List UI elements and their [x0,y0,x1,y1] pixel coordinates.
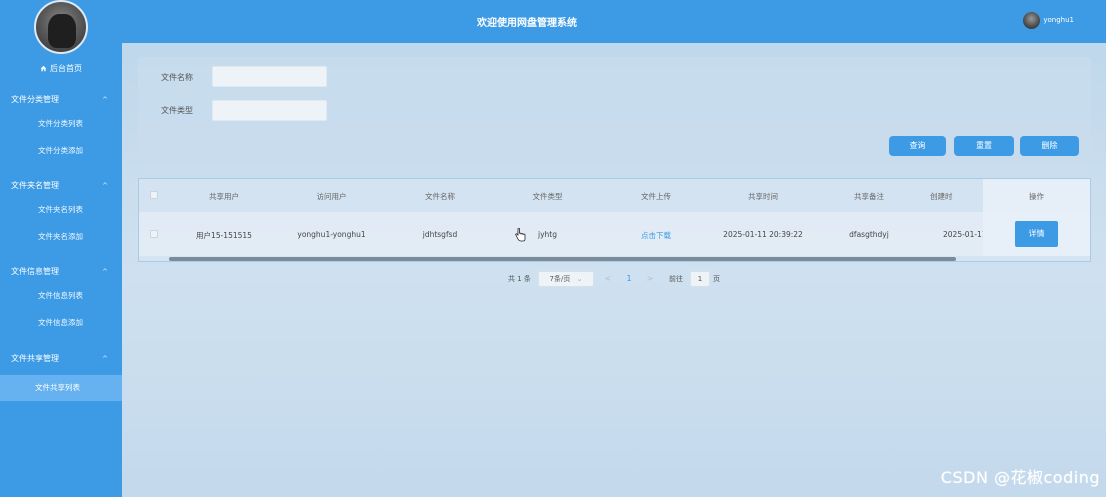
col-header-file-type: 文件类型 [532,192,563,201]
menu-title-folder[interactable]: 文件夹名管理 ^ [0,176,122,196]
current-page-number[interactable]: 1 [621,271,637,287]
pagination-total: 共 1 条 [508,275,531,283]
menu-group-file-share: 文件共享管理 ^ 文件共享列表 [0,349,122,401]
menu-title-file-category[interactable]: 文件分类管理 ^ [0,90,122,110]
menu-title-file-share[interactable]: 文件共享管理 ^ [0,349,122,369]
col-header-share-user: 共享用户 [209,192,239,201]
menu-group-file-info: 文件信息管理 ^ 文件信息列表 文件信息添加 [0,262,122,336]
table-header: 共享用户 访问用户 文件名称 文件类型 文件上传 共享时间 共享备注 创建时 [139,179,1090,212]
search-panel: 文件名称 文件类型 查询 重置 删除 [138,57,1091,168]
chevron-up-icon: ^ [102,182,108,190]
avatar-figure [48,14,76,48]
file-name-input[interactable] [212,66,327,87]
menu-title-label: 文件分类管理 [11,95,59,104]
select-all-checkbox[interactable] [150,191,158,199]
col-header-upload: 文件上传 [641,192,671,201]
cell-share-user: 用户15-151515 [196,231,252,240]
sidebar-item-category-list[interactable]: 文件分类列表 [0,110,122,137]
menu-title-label: 文件信息管理 [11,267,59,276]
sidebar-item-fileinfo-add[interactable]: 文件信息添加 [0,309,122,336]
page-title: 欢迎使用网盘管理系统 [477,18,577,29]
avatar [34,0,88,54]
user-avatar [1023,11,1041,29]
watermark: CSDN @花椒coding [940,468,1100,487]
chevron-up-icon: ^ [102,96,108,104]
reset-button[interactable]: 重置 [954,136,1014,156]
sidebar-home-link[interactable]: 后台首页 [0,63,122,74]
page-suffix: 页 [713,275,720,283]
chevron-up-icon: ^ [102,355,108,363]
row-checkbox[interactable] [150,230,158,238]
sidebar-item-folder-add[interactable]: 文件夹名添加 [0,223,122,250]
chevron-down-icon: ⌄ [576,275,583,283]
file-name-label: 文件名称 [161,73,193,82]
menu-title-label: 文件共享管理 [11,354,59,363]
horizontal-scrollbar[interactable] [169,257,956,261]
operation-column: 操作 详情 [983,179,1090,256]
file-type-input[interactable] [212,100,327,121]
username: yonghu1 [1043,16,1074,24]
col-header-file-name: 文件名称 [425,192,455,201]
chevron-up-icon: ^ [102,268,108,276]
sidebar-home-label: 后台首页 [50,64,82,73]
next-page-button[interactable]: > [643,271,657,287]
sidebar: 后台首页 文件分类管理 ^ 文件分类列表 文件分类添加 文件夹名管理 ^ 文件夹名列… [0,0,122,497]
menu-group-folder: 文件夹名管理 ^ 文件夹名列表 文件夹名添加 [0,176,122,250]
col-header-action: 操作 [1029,192,1044,201]
download-link[interactable]: 点击下载 [616,230,696,241]
hand-cursor-icon [514,227,526,245]
data-table: 共享用户 访问用户 文件名称 文件类型 文件上传 共享时间 共享备注 创建时 用… [138,178,1091,262]
cell-visit-user: yonghu1-yonghu1 [297,230,366,239]
goto-page-input[interactable]: 1 [690,271,710,287]
menu-title-label: 文件夹名管理 [11,181,59,190]
cell-file-name: jdhtsgfsd [422,230,458,239]
cell-remark: dfasgthdyj [849,230,889,239]
detail-button[interactable]: 详情 [1015,221,1058,247]
col-header-visit-user: 访问用户 [316,192,347,201]
page-size-value: 7条/页 [549,275,571,283]
sidebar-item-folder-list[interactable]: 文件夹名列表 [0,196,122,223]
sidebar-item-share-list[interactable]: 文件共享列表 [0,375,122,401]
query-button[interactable]: 查询 [889,136,946,156]
menu-group-file-category: 文件分类管理 ^ 文件分类列表 文件分类添加 [0,90,122,164]
table-row: 用户15-151515 yonghu1-yonghu1 jdhtsgfsd jy… [139,212,1090,256]
file-type-label: 文件类型 [161,106,193,115]
top-header: 欢迎使用网盘管理系统 yonghu1 [122,0,1106,43]
col-header-share-time: 共享时间 [748,192,778,201]
prev-page-button[interactable]: < [601,271,615,287]
menu-title-file-info[interactable]: 文件信息管理 ^ [0,262,122,282]
col-header-remark: 共享备注 [854,192,884,201]
page-size-select[interactable]: 7条/页 ⌄ [538,271,594,287]
home-icon [40,65,47,72]
cell-share-time: 2025-01-11 20:39:22 [723,230,803,239]
sidebar-item-fileinfo-list[interactable]: 文件信息列表 [0,282,122,309]
col-header-created: 创建时 [930,192,953,201]
delete-button[interactable]: 删除 [1020,136,1079,156]
user-menu[interactable]: yonghu1 [1023,10,1074,30]
sidebar-item-category-add[interactable]: 文件分类添加 [0,137,122,164]
goto-label: 前往 [669,275,683,283]
cell-created: 2025-01-11 [943,230,983,239]
